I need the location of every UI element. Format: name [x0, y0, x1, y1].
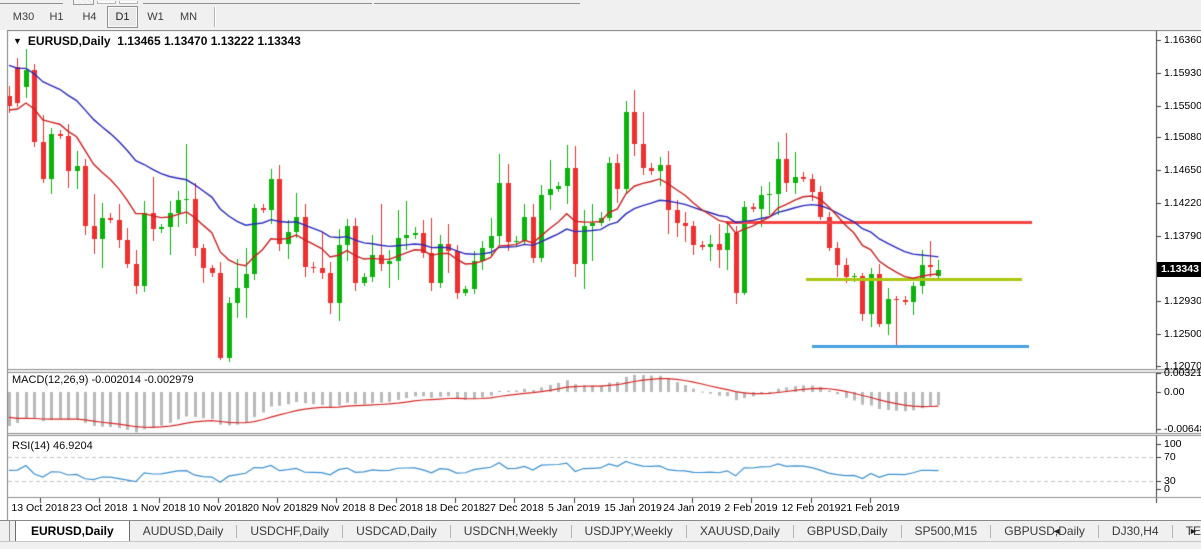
tab-usdjpy-weekly[interactable]: USDJPY,Weekly — [572, 521, 686, 541]
tab-eurusd-daily[interactable]: EURUSD,Daily — [15, 520, 130, 541]
status-strip — [0, 541, 1201, 549]
toolbar-separator — [214, 7, 216, 27]
timeframe-button-d1[interactable]: D1 — [107, 6, 138, 28]
tab-bar-grip — [0, 521, 10, 541]
tab-gbpusd-daily[interactable]: GBPUSD,Daily — [794, 521, 901, 541]
mt4-window: M30H1H4D1W1MN ▼EURUSD,Daily 1.13465 1.13… — [0, 0, 1201, 549]
price-chart-canvas[interactable] — [0, 30, 1201, 520]
toolbar-residue-box — [97, 1, 116, 4]
tab-gbpusd-daily[interactable]: GBPUSD,Daily — [991, 521, 1098, 541]
tab-usdchf-daily[interactable]: USDCHF,Daily — [237, 521, 342, 541]
timeframe-button-mn[interactable]: MN — [173, 6, 204, 28]
chart-tab-bar: EURUSD,DailyAUDUSD,DailyUSDCHF,DailyUSDC… — [0, 520, 1201, 541]
timeframe-button-h1[interactable]: H1 — [41, 6, 72, 28]
toolbar-residue-edge — [0, 3, 63, 4]
tab-dj30-h4[interactable]: DJ30,H4 — [1099, 521, 1172, 541]
tab-audusd-daily[interactable]: AUDUSD,Daily — [130, 521, 237, 541]
tab-xauusd-daily[interactable]: XAUUSD,Daily — [687, 521, 793, 541]
tab-usdcnh-weekly[interactable]: USDCNH,Weekly — [451, 521, 571, 541]
timeframe-button-w1[interactable]: W1 — [140, 6, 171, 28]
toolbar-residue-edge — [374, 3, 580, 4]
tab-scroll-right-icon[interactable]: ► — [1189, 521, 1198, 541]
toolbar-residue-edge — [143, 3, 372, 4]
toolbar-residue-box — [119, 1, 138, 4]
timeframe-button-h4[interactable]: H4 — [74, 6, 105, 28]
timeframe-button-m30[interactable]: M30 — [8, 6, 39, 28]
tab-usdcad-daily[interactable]: USDCAD,Daily — [343, 521, 450, 541]
tab-scroll-left-icon[interactable]: ◄ — [1052, 521, 1061, 541]
tab-sp500-m15[interactable]: SP500,M15 — [902, 521, 991, 541]
timeframe-toolbar: M30H1H4D1W1MN — [0, 5, 1201, 29]
